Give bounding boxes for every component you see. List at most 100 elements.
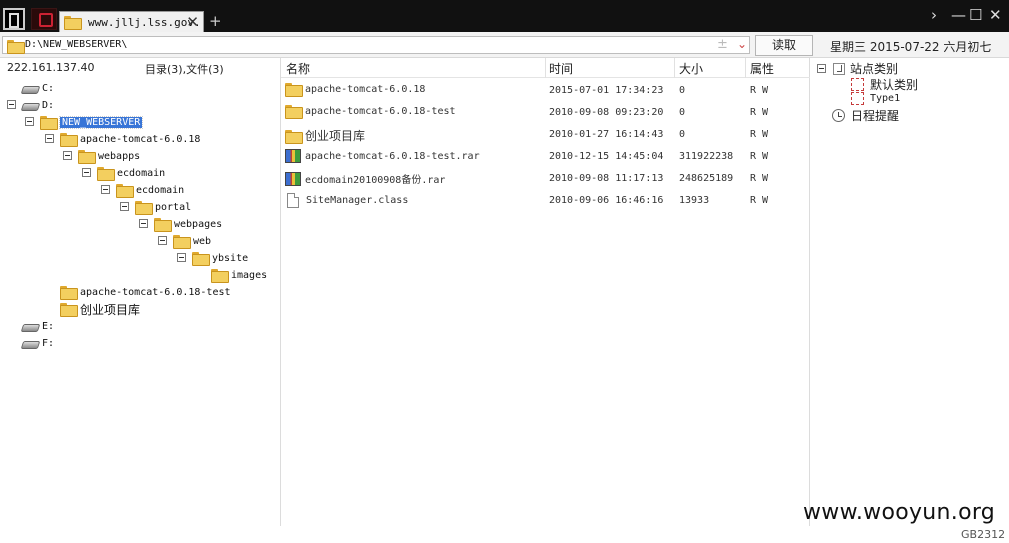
collapse-toggle-icon[interactable]	[7, 100, 16, 109]
file-row[interactable]: SiteManager.class 2010-09-06 16:46:16 1393…	[281, 190, 810, 212]
file-attr: R W	[750, 107, 769, 118]
maximize-button[interactable]: ☐	[969, 8, 982, 23]
file-time: 2010-12-15 14:45:04	[549, 151, 664, 162]
file-name-cell: SiteManager.class	[285, 193, 408, 208]
file-name-cell: apache-tomcat-6.0.18-test	[285, 105, 456, 119]
file-attr: R W	[750, 129, 769, 140]
collapse-toggle-icon[interactable]	[177, 253, 186, 262]
collapse-toggle-icon[interactable]	[82, 168, 91, 177]
folder-icon	[135, 201, 153, 215]
read-button[interactable]: 读取	[755, 35, 813, 56]
tab-site[interactable]: www.jllj.lss.gov.cn ✕	[59, 11, 204, 32]
file-name-cell: ecdomain20100908备份.rar	[285, 171, 445, 186]
column-name[interactable]: 名称	[286, 60, 310, 78]
tree-node[interactable]: apache-tomcat-6.0.18-test	[60, 284, 231, 300]
file-size: 0	[679, 85, 686, 96]
category-icon	[851, 78, 864, 91]
tree-node-label: NEW_WEBSERVER	[58, 115, 144, 129]
path-input[interactable]: D:\NEW_WEBSERVER\ ± ⌄	[2, 36, 750, 54]
tree-node[interactable]: NEW_WEBSERVER	[40, 114, 144, 130]
column-time[interactable]: 时间	[549, 60, 573, 78]
tree-node[interactable]: ecdomain	[97, 165, 165, 181]
tree-node-label: ecdomain	[136, 184, 185, 196]
tree-node[interactable]: images	[211, 267, 267, 283]
collapse-toggle-icon[interactable]	[45, 134, 54, 143]
collapse-toggle-icon[interactable]	[63, 151, 72, 160]
collapse-toggle-icon[interactable]	[120, 202, 129, 211]
column-divider[interactable]	[545, 58, 546, 78]
file-time: 2010-09-06 16:46:16	[549, 195, 664, 206]
tree-node-label: 创业项目库	[80, 302, 141, 317]
tree-node-schedule[interactable]: 日程提醒	[832, 107, 899, 124]
tree-header: 222.161.137.40 目录(3),文件(3)	[0, 58, 280, 78]
collapse-toggle-icon[interactable]	[139, 219, 148, 228]
chevron-down-icon[interactable]: ⌄	[737, 37, 747, 51]
folder-icon	[285, 105, 303, 119]
tab-close-icon[interactable]: ✕	[186, 13, 199, 31]
drive-icon	[22, 322, 38, 331]
folder-icon	[285, 129, 303, 144]
file-name-cell: apache-tomcat-6.0.18	[285, 83, 426, 97]
chevron-right-icon[interactable]: ›	[931, 8, 937, 23]
tree-node-label: portal	[155, 201, 192, 213]
tree-node[interactable]: ecdomain	[116, 182, 184, 198]
tree-node-label: ybsite	[212, 252, 249, 264]
tree-node-default-category[interactable]: 默认类别	[851, 76, 918, 93]
file-size: 0	[679, 107, 686, 118]
file-row[interactable]: apache-tomcat-6.0.18-test.rar 2010-12-15 …	[281, 146, 810, 168]
tree-node-label: C:	[42, 82, 55, 94]
path-text: D:\NEW_WEBSERVER\	[25, 39, 128, 50]
tree-node[interactable]: C:	[22, 80, 54, 96]
collapse-toggle-icon[interactable]	[817, 64, 826, 73]
minimize-button[interactable]: —	[951, 8, 966, 23]
column-divider[interactable]	[745, 58, 746, 78]
tree-node-label: apache-tomcat-6.0.18	[80, 133, 201, 145]
file-time: 2010-09-08 09:23:20	[549, 107, 664, 118]
tree-node[interactable]: D:	[22, 97, 54, 113]
file-name: apache-tomcat-6.0.18-test	[305, 105, 456, 117]
collapse-toggle-icon[interactable]	[101, 185, 110, 194]
file-name-cell: apache-tomcat-6.0.18-test.rar	[285, 149, 480, 163]
file-row[interactable]: apache-tomcat-6.0.18-test 2010-09-08 09:2…	[281, 102, 810, 124]
collapse-toggle-icon[interactable]	[158, 236, 167, 245]
file-name: 创业项目库	[305, 129, 366, 143]
close-window-button[interactable]: ✕	[989, 8, 1002, 23]
column-attr[interactable]: 属性	[750, 60, 774, 78]
file-attr: R W	[750, 85, 769, 96]
column-divider[interactable]	[674, 58, 675, 78]
tree-node[interactable]: 创业项目库	[60, 301, 140, 317]
file-size: 13933	[679, 195, 710, 206]
tree-node[interactable]: apache-tomcat-6.0.18	[60, 131, 200, 147]
tab-title: www.jllj.lss.gov.cn	[88, 15, 198, 29]
collapse-toggle-icon[interactable]	[25, 117, 34, 126]
file-row[interactable]: apache-tomcat-6.0.18 2015-07-01 17:34:23 0…	[281, 80, 810, 102]
file-attr: R W	[750, 195, 769, 206]
file-row[interactable]: ecdomain20100908备份.rar 2010-09-08 11:17:1…	[281, 168, 810, 190]
category-icon	[851, 92, 864, 105]
app-menu-icon[interactable]	[3, 8, 25, 30]
file-row[interactable]: 创业项目库 2010-01-27 16:14:43 0 R W	[281, 124, 810, 146]
tree-node-type1[interactable]: Type1	[851, 92, 900, 105]
folder-icon	[116, 184, 134, 198]
tree-node[interactable]: ybsite	[192, 250, 248, 266]
tree-node-site-category[interactable]: 站点类别	[817, 60, 898, 77]
new-tab-button[interactable]: +	[209, 12, 222, 30]
file-icon	[287, 193, 299, 208]
tree-node-label: F:	[42, 337, 55, 349]
tree-node[interactable]: webpages	[154, 216, 222, 232]
plus-minus-icon[interactable]: ±	[717, 37, 728, 52]
folder-icon	[78, 150, 96, 164]
tree-node[interactable]: webapps	[78, 148, 140, 164]
column-size[interactable]: 大小	[679, 60, 703, 78]
tree-node-label: D:	[42, 99, 55, 111]
file-name: apache-tomcat-6.0.18	[305, 83, 426, 95]
item-counts: 目录(3),文件(3)	[145, 63, 224, 76]
tree-node-label: webpages	[174, 218, 223, 230]
file-size: 248625189	[679, 173, 734, 184]
tree-node[interactable]: portal	[135, 199, 191, 215]
app-logo-icon[interactable]	[31, 8, 57, 30]
tree-node[interactable]: E:	[22, 318, 54, 334]
tree-node[interactable]: web	[173, 233, 211, 249]
site-category-pane: 站点类别 默认类别 Type1 日程提醒	[810, 58, 1009, 526]
tree-node[interactable]: F:	[22, 335, 54, 351]
